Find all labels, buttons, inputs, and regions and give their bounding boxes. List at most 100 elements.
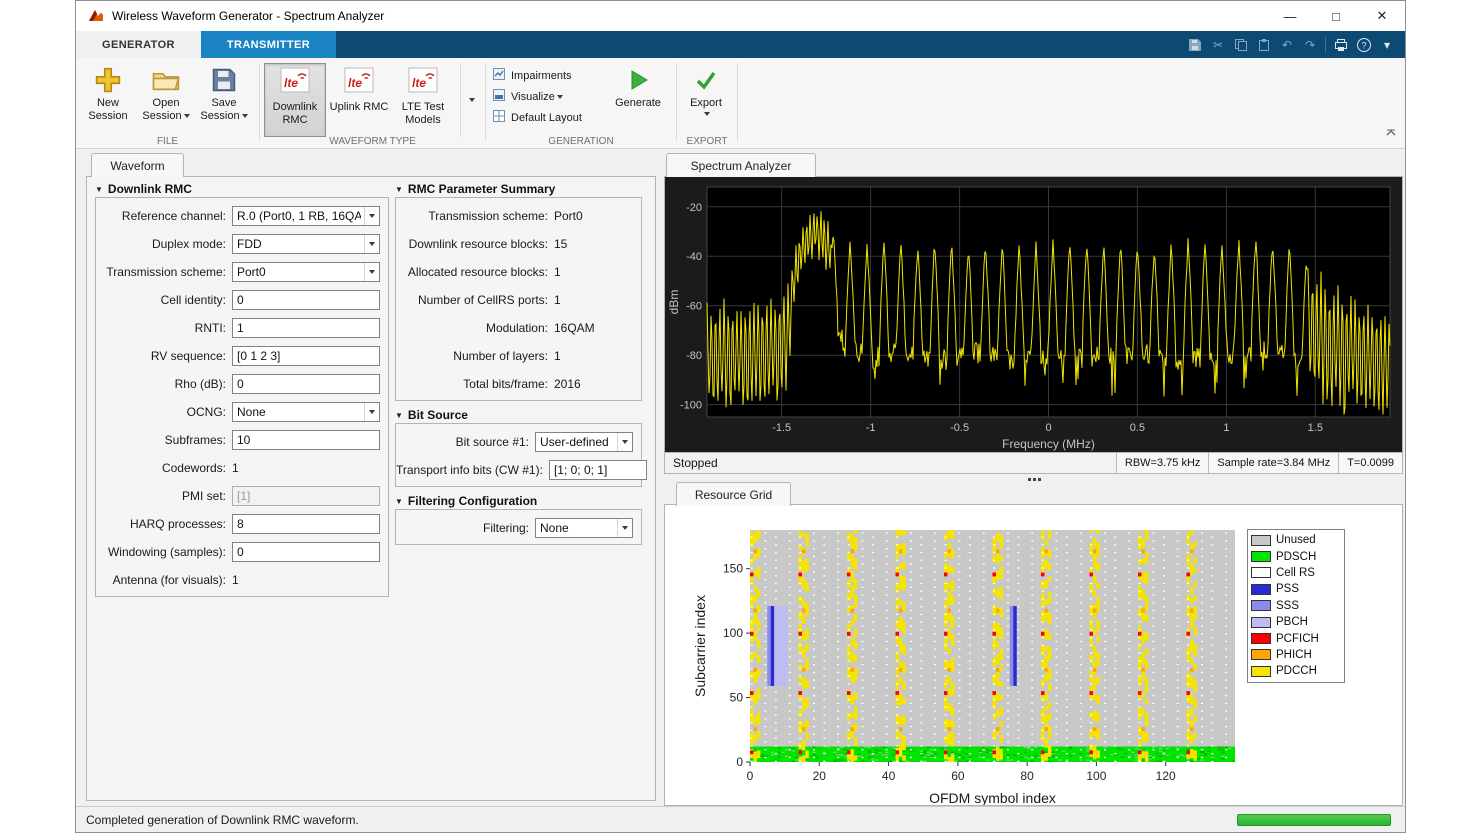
summary-value: 2016 xyxy=(554,377,581,391)
default-layout-button[interactable]: Default Layout xyxy=(492,108,582,127)
cut-icon[interactable]: ✂ xyxy=(1210,36,1226,54)
svg-text:Frequency (MHz): Frequency (MHz) xyxy=(1002,437,1095,451)
lte-test-models-label: LTE Test Models xyxy=(393,101,453,127)
field-label: Transport info bits (CW #1): xyxy=(396,463,549,477)
save-session-label: Save Session xyxy=(197,97,251,123)
generate-play-icon xyxy=(625,63,651,97)
visualize-icon xyxy=(492,88,506,105)
filtering-group: Filtering: None xyxy=(395,509,642,545)
windowing-input[interactable] xyxy=(232,542,380,562)
field-transport-info-bits: Transport info bits (CW #1): xyxy=(396,456,641,484)
save-session-button[interactable]: Save Session xyxy=(197,63,251,137)
chevron-down-icon[interactable] xyxy=(364,403,379,421)
resource-grid-panel: 050100150020406080100120OFDM symbol inde… xyxy=(664,504,1403,806)
svg-text:-100: -100 xyxy=(680,400,702,412)
maximize-button[interactable]: □ xyxy=(1313,1,1359,31)
field-cell-identity: Cell identity: xyxy=(96,286,388,314)
reference-channel-select[interactable]: R.0 (Port0, 1 RB, 16QAM... xyxy=(232,206,380,226)
field-label: OCNG: xyxy=(96,405,232,419)
legend-label: PSS xyxy=(1276,583,1299,595)
field-reference-channel: Reference channel: R.0 (Port0, 1 RB, 16Q… xyxy=(96,202,388,230)
close-button[interactable]: ✕ xyxy=(1359,1,1405,31)
svg-text:50: 50 xyxy=(730,691,744,705)
legend-label: PBCH xyxy=(1276,616,1308,628)
redo-icon[interactable]: ↷ xyxy=(1302,36,1318,54)
summary-value: 1 xyxy=(554,349,561,363)
summary-label: Modulation: xyxy=(396,321,554,335)
collapse-toolstrip-icon[interactable] xyxy=(1385,124,1397,142)
field-duplex-mode: Duplex mode: FDD xyxy=(96,230,388,258)
undo-icon[interactable]: ↶ xyxy=(1279,36,1295,54)
duplex-mode-select[interactable]: FDD xyxy=(232,234,380,254)
window-title: Wireless Waveform Generator - Spectrum A… xyxy=(112,9,384,23)
svg-text:40: 40 xyxy=(882,769,896,783)
rv-sequence-input[interactable] xyxy=(232,346,380,366)
chevron-down-icon[interactable] xyxy=(364,263,379,281)
paste-icon[interactable] xyxy=(1256,36,1272,54)
copy-icon[interactable] xyxy=(1233,36,1249,54)
visualize-button[interactable]: Visualize xyxy=(492,87,563,106)
section-header-downlink-rmc[interactable]: ▼Downlink RMC xyxy=(95,182,192,196)
tab-transmitter[interactable]: TRANSMITTER xyxy=(201,31,336,58)
chevron-down-icon[interactable]: ▾ xyxy=(1379,36,1395,54)
impairments-button[interactable]: Impairments xyxy=(492,66,572,85)
export-button[interactable]: Export xyxy=(679,63,733,137)
legend-item: PDSCH xyxy=(1251,548,1341,564)
legend-swatch xyxy=(1251,584,1271,595)
summary-value: 16QAM xyxy=(554,321,595,335)
chevron-down-icon[interactable] xyxy=(364,207,379,225)
splitter-handle[interactable] xyxy=(1028,478,1042,481)
tab-waveform[interactable]: Waveform xyxy=(91,153,184,177)
save-icon[interactable] xyxy=(1187,36,1203,54)
field-label: RV sequence: xyxy=(96,349,232,363)
summary-label: Number of layers: xyxy=(396,349,554,363)
svg-text:lte: lte xyxy=(412,76,426,90)
svg-text:Subcarrier index: Subcarrier index xyxy=(692,595,708,697)
legend-label: Unused xyxy=(1276,534,1316,546)
minimize-button[interactable]: ― xyxy=(1267,1,1313,31)
cell-identity-input[interactable] xyxy=(232,290,380,310)
subframes-input[interactable] xyxy=(232,430,380,450)
legend-swatch xyxy=(1251,535,1271,546)
print-icon[interactable] xyxy=(1333,36,1349,54)
section-header-bit-source[interactable]: ▼Bit Source xyxy=(395,408,468,422)
select-value: R.0 (Port0, 1 RB, 16QAM... xyxy=(237,209,361,223)
rho-input[interactable] xyxy=(232,374,380,394)
tab-spectrum-analyzer[interactable]: Spectrum Analyzer xyxy=(666,153,816,177)
field-label: Windowing (samples): xyxy=(96,545,232,559)
uplink-rmc-label: Uplink RMC xyxy=(330,101,389,114)
toolbar-separator xyxy=(1325,37,1326,53)
default-layout-label: Default Layout xyxy=(511,112,582,124)
generate-button[interactable]: Generate xyxy=(610,63,666,137)
tab-generator[interactable]: GENERATOR xyxy=(76,31,201,58)
chevron-down-icon[interactable] xyxy=(617,433,632,451)
gallery-expand-button[interactable] xyxy=(460,63,480,137)
section-header-rmc-summary[interactable]: ▼RMC Parameter Summary xyxy=(395,182,555,196)
pmi-set-input xyxy=(232,486,380,506)
uplink-rmc-button[interactable]: lte Uplink RMC xyxy=(328,63,390,137)
chevron-down-icon[interactable] xyxy=(364,235,379,253)
transmission-scheme-select[interactable]: Port0 xyxy=(232,262,380,282)
filtering-select[interactable]: None xyxy=(535,518,633,538)
app-window: Wireless Waveform Generator - Spectrum A… xyxy=(75,0,1406,833)
legend-label: PDSCH xyxy=(1276,551,1316,563)
legend-item: PDCCH xyxy=(1251,663,1341,679)
field-label: Transmission scheme: xyxy=(96,265,232,279)
help-icon[interactable]: ? xyxy=(1356,36,1372,54)
field-label: Rho (dB): xyxy=(96,377,232,391)
bit-source-select[interactable]: User-defined xyxy=(535,432,633,452)
ocng-select[interactable]: None xyxy=(232,402,380,422)
chevron-down-icon[interactable] xyxy=(617,519,632,537)
transport-info-bits-input[interactable] xyxy=(549,460,647,480)
new-session-button[interactable]: New Session xyxy=(81,63,135,137)
summary-label: Number of CellRS ports: xyxy=(396,293,554,307)
export-label: Export xyxy=(690,97,722,110)
legend-item: PCFICH xyxy=(1251,630,1341,646)
lte-test-models-button[interactable]: lte LTE Test Models xyxy=(392,63,454,137)
open-session-button[interactable]: Open Session xyxy=(139,63,193,137)
harq-processes-input[interactable] xyxy=(232,514,380,534)
section-header-filtering[interactable]: ▼Filtering Configuration xyxy=(395,494,537,508)
tab-resource-grid[interactable]: Resource Grid xyxy=(676,482,791,506)
rnti-input[interactable] xyxy=(232,318,380,338)
downlink-rmc-button[interactable]: lte Downlink RMC xyxy=(264,63,326,137)
